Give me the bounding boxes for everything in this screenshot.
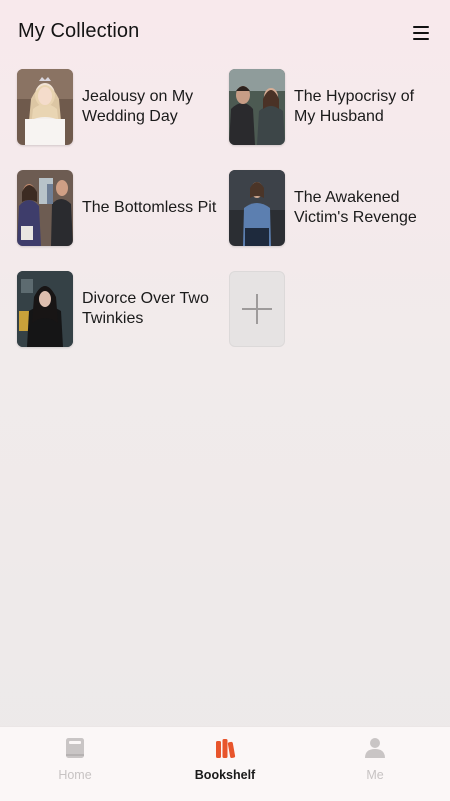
book-cover <box>229 170 285 246</box>
book-icon <box>66 738 84 758</box>
book-title: The Bottomless Pit <box>82 199 217 216</box>
tab-label: Bookshelf <box>194 768 256 782</box>
book-title: The Awakened Victim's Revenge <box>294 189 417 226</box>
plus-icon <box>242 294 272 324</box>
tab-bookshelf[interactable]: Bookshelf <box>150 727 300 801</box>
book-item[interactable]: Jealousy on My Wedding Day <box>17 69 222 145</box>
book-item[interactable]: The Awakened Victim's Revenge <box>229 170 434 246</box>
header: My Collection <box>0 0 450 64</box>
person-icon <box>365 738 385 758</box>
book-cover <box>229 69 285 145</box>
tab-label: Me <box>366 768 384 782</box>
book-title: The Hypocrisy of My Husband <box>294 88 415 125</box>
book-item[interactable]: Divorce Over Two Twinkies <box>17 271 222 347</box>
tab-me[interactable]: Me <box>300 727 450 801</box>
book-cover <box>17 271 73 347</box>
tab-bar: Home Bookshelf Me <box>0 726 450 801</box>
book-title: Divorce Over Two Twinkies <box>82 290 209 327</box>
book-item[interactable]: The Bottomless Pit <box>17 170 222 246</box>
page-title: My Collection <box>18 20 140 42</box>
tab-home[interactable]: Home <box>0 727 150 801</box>
book-item[interactable]: The Hypocrisy of My Husband <box>229 69 434 145</box>
book-cover <box>17 69 73 145</box>
tab-label: Home <box>58 768 92 782</box>
add-book-button[interactable] <box>229 271 285 347</box>
menu-icon[interactable] <box>410 22 432 44</box>
bookshelf-icon <box>216 739 236 758</box>
book-title: Jealousy on My Wedding Day <box>82 88 194 125</box>
book-cover <box>17 170 73 246</box>
